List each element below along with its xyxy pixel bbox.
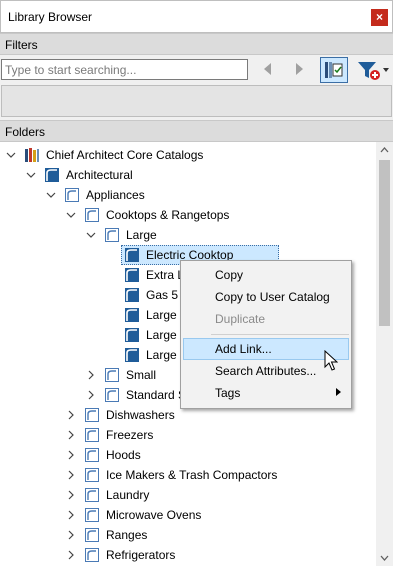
title-bar: Library Browser × <box>0 0 393 33</box>
library-folder-icon <box>85 428 99 442</box>
library-folder-icon <box>85 208 99 222</box>
folders-header: Folders <box>0 120 393 142</box>
menu-item-tags[interactable]: Tags <box>183 382 349 404</box>
vertical-scrollbar[interactable] <box>376 142 393 566</box>
scroll-down-icon[interactable] <box>376 549 393 566</box>
tree-item-large[interactable]: Large <box>0 225 376 245</box>
tree-item-label: Ranges <box>106 528 148 542</box>
menu-item-label: Copy <box>215 268 244 282</box>
tree-item-label: Appliances <box>86 188 145 202</box>
library-folder-dark-icon <box>45 168 59 182</box>
library-object-icon <box>125 328 139 342</box>
chevron-right-icon[interactable] <box>66 410 76 420</box>
chevron-right-icon[interactable] <box>66 430 76 440</box>
menu-item-label: Duplicate <box>215 312 266 326</box>
tree-item-architectural[interactable]: Architectural <box>0 165 376 185</box>
library-folder-icon <box>85 468 99 482</box>
tree-item-microwave-ovens[interactable]: Microwave Ovens <box>0 505 376 525</box>
menu-item-label: Copy to User Catalog <box>215 290 330 304</box>
tree-item-ranges[interactable]: Ranges <box>0 525 376 545</box>
chevron-down-icon[interactable] <box>26 170 36 180</box>
chevron-down-icon[interactable] <box>86 230 96 240</box>
library-folder-icon <box>105 368 119 382</box>
chevron-right-icon[interactable] <box>86 390 96 400</box>
library-folder-icon <box>85 508 99 522</box>
tree-item-label: Dishwashers <box>106 408 175 422</box>
tree-item-label: Chief Architect Core Catalogs <box>46 148 204 162</box>
chevron-down-icon[interactable] <box>6 150 16 160</box>
tree-item-core-catalogs[interactable]: Chief Architect Core Catalogs <box>0 145 376 165</box>
library-object-icon <box>125 348 139 362</box>
filters-header: Filters <box>0 33 393 55</box>
tree-item-label: Extra L <box>146 268 185 282</box>
back-arrow-icon[interactable] <box>260 61 276 77</box>
menu-item-label: Tags <box>215 386 241 400</box>
tree-item-label: Laundry <box>106 488 150 502</box>
filters-header-label: Filters <box>5 38 38 52</box>
active-filters-area <box>1 85 392 117</box>
chevron-right-icon[interactable] <box>66 550 76 560</box>
tree-item-freezers[interactable]: Freezers <box>0 425 376 445</box>
library-folder-icon <box>85 548 99 562</box>
forward-arrow-icon[interactable] <box>291 61 307 77</box>
menu-item-label: Add Link... <box>215 342 272 356</box>
chevron-right-icon[interactable] <box>66 530 76 540</box>
library-folder-icon <box>105 388 119 402</box>
tree-item-label: Large <box>126 228 157 242</box>
tree-item-label: Microwave Ovens <box>106 508 202 522</box>
chevron-right-icon[interactable] <box>66 450 76 460</box>
mouse-pointer-icon <box>324 350 338 371</box>
library-folder-icon <box>85 488 99 502</box>
chevron-down-icon[interactable] <box>46 190 56 200</box>
tree-item-appliances[interactable]: Appliances <box>0 185 376 205</box>
menu-item-copy[interactable]: Copy <box>183 264 349 286</box>
tree-item-label: Refrigerators <box>106 548 176 562</box>
library-folder-icon <box>65 188 79 202</box>
tree-item-cooktops-rangetops[interactable]: Cooktops & Rangetops <box>0 205 376 225</box>
menu-separator <box>211 334 349 335</box>
chevron-right-icon[interactable] <box>66 510 76 520</box>
tree-item-label: Large I <box>146 308 184 322</box>
chevron-right-icon[interactable] <box>66 490 76 500</box>
filter-catalog-toggle-icon[interactable] <box>320 57 348 83</box>
tree-item-label: Cooktops & Rangetops <box>106 208 230 222</box>
library-object-icon <box>125 268 139 282</box>
library-object-icon <box>125 248 139 262</box>
tree-item-label: Freezers <box>106 428 154 442</box>
menu-item-duplicate[interactable]: Duplicate <box>183 308 349 330</box>
folders-header-label: Folders <box>5 125 46 139</box>
library-object-icon <box>125 308 139 322</box>
chevron-right-icon[interactable] <box>66 470 76 480</box>
scroll-up-icon[interactable] <box>376 142 393 159</box>
chevron-right-icon[interactable] <box>86 370 96 380</box>
tree-item-label: Ice Makers & Trash Compactors <box>106 468 278 482</box>
scroll-thumb[interactable] <box>379 160 390 326</box>
tree-item-label: Hoods <box>106 448 141 462</box>
close-button[interactable]: × <box>371 9 388 26</box>
catalog-library-icon <box>25 148 39 162</box>
filters-panel <box>0 55 393 120</box>
library-folder-icon <box>85 528 99 542</box>
tree-item-label: Small <box>126 368 157 382</box>
chevron-down-icon[interactable] <box>66 210 76 220</box>
context-menu: Copy Copy to User Catalog Duplicate Add … <box>180 260 352 409</box>
filter-dropdown-icon[interactable] <box>355 57 391 83</box>
tree-item-ice-makers[interactable]: Ice Makers & Trash Compactors <box>0 465 376 485</box>
search-input[interactable] <box>1 59 248 80</box>
library-folder-icon <box>85 408 99 422</box>
tree-item-label: Standard S <box>126 388 187 402</box>
tree-item-label: Architectural <box>66 168 133 182</box>
tree-item-label: Large I <box>146 348 184 362</box>
tree-item-hoods[interactable]: Hoods <box>0 445 376 465</box>
tree-item-laundry[interactable]: Laundry <box>0 485 376 505</box>
submenu-arrow-icon <box>336 388 341 396</box>
window-title: Library Browser <box>8 10 93 24</box>
library-folder-icon <box>105 228 119 242</box>
library-object-icon <box>125 288 139 302</box>
menu-item-copy-to-user-catalog[interactable]: Copy to User Catalog <box>183 286 349 308</box>
menu-item-label: Search Attributes... <box>215 364 317 378</box>
library-folder-icon <box>85 448 99 462</box>
tree-item-refrigerators[interactable]: Refrigerators <box>0 545 376 565</box>
